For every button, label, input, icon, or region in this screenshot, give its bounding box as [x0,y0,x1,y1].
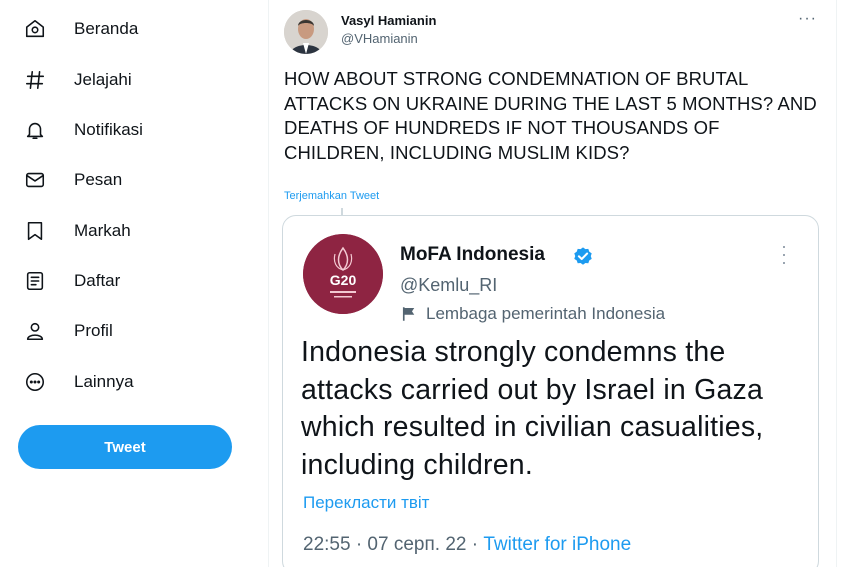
bookmark-icon [22,218,48,244]
sidebar-item-label: Lainnya [74,372,134,391]
author-avatar[interactable] [284,10,328,54]
embedded-more-icon: · · · [781,236,787,272]
embedded-translate-link: Перекласти твіт [303,493,430,512]
sidebar-item-notifikasi[interactable]: Notifikasi [22,112,143,148]
envelope-icon [22,167,48,193]
more-circle-icon [22,369,48,395]
list-icon [22,268,48,294]
column-divider [268,0,269,567]
hashtag-icon [22,67,48,93]
government-label: Lembaga pemerintah Indonesia [400,304,665,324]
author-handle[interactable]: @VHamianin [341,31,418,46]
column-divider [836,0,837,567]
sidebar-nav: Beranda Jelajahi Notifikasi Pesan Markah… [0,0,268,567]
sidebar-item-label: Daftar [74,271,121,290]
home-icon [22,16,48,42]
more-options-button[interactable]: ··· [798,10,817,28]
sidebar-item-label: Jelajahi [74,70,132,89]
g20-logo-avatar: G20 [303,234,383,314]
tweet-text: HOW ABOUT STRONG CONDEMNATION OF BRUTAL … [284,68,817,163]
verified-badge-icon [574,247,592,265]
g20-logo-text: G20 [330,272,357,288]
sidebar-item-pesan[interactable]: Pesan [22,162,122,198]
government-label-text: Lembaga pemerintah Indonesia [426,304,666,323]
sidebar-item-label: Markah [74,221,131,240]
translate-tweet-link[interactable]: Terjemahkan Tweet [284,190,379,202]
sidebar-item-label: Notifikasi [74,120,143,139]
embedded-author-handle: @Kemlu_RI [400,275,498,295]
sidebar-item-label: Beranda [74,19,139,38]
sidebar-item-label: Pesan [74,170,123,189]
sidebar-item-markah[interactable]: Markah [22,213,131,249]
sidebar-item-daftar[interactable]: Daftar [22,263,120,299]
sidebar-item-jelajahi[interactable]: Jelajahi [22,62,132,98]
embedded-author-name: MoFA Indonesia [400,244,545,265]
embedded-source: Twitter for iPhone [483,534,632,555]
embedded-timestamp: 22:55 · 07 серп. 22 · [303,534,484,555]
embedded-tweet-text: Indonesia strongly condemns the attacks … [301,336,764,481]
compose-tweet-button[interactable]: Tweet [18,425,232,469]
sidebar-item-lainnya[interactable]: Lainnya [22,364,134,400]
author-name[interactable]: Vasyl Hamianin [341,13,436,28]
person-icon [22,318,48,344]
sidebar-item-beranda[interactable]: Beranda [22,11,138,47]
flag-icon [402,307,415,321]
sidebar-item-label: Profil [74,321,113,340]
embedded-tweet-meta: 22:55 · 07 серп. 22 · Twitter for iPhone [303,534,631,556]
embedded-tweet-image[interactable]: G20 MoFA Indonesia @Kemlu_RI · · · Lembaga… [282,215,819,567]
bell-icon [22,117,48,143]
sidebar-item-profil[interactable]: Profil [22,313,113,349]
